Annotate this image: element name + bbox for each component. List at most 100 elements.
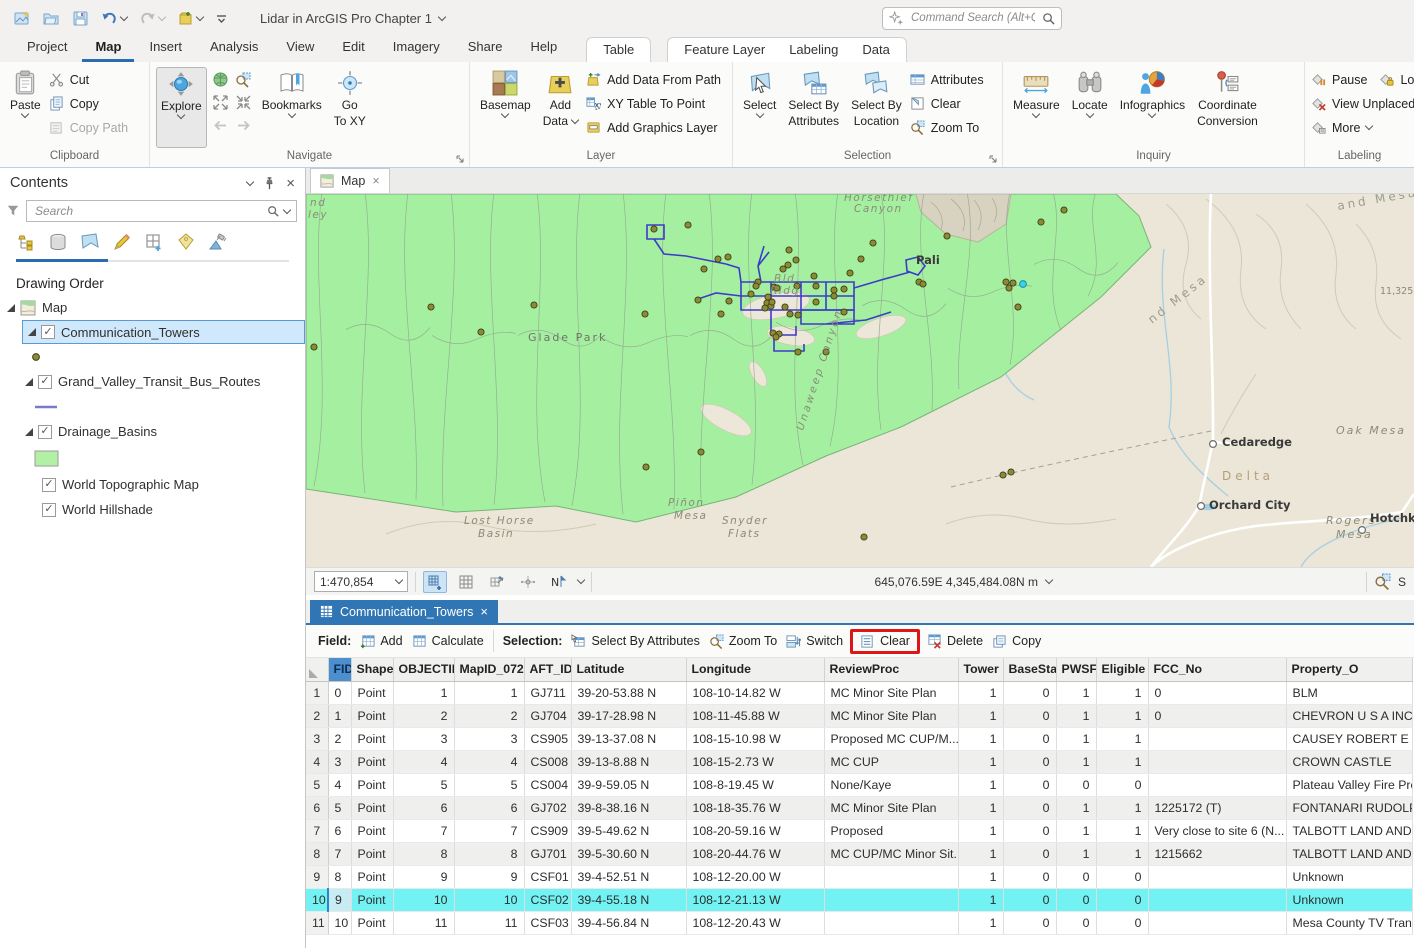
cell-BaseStatio[interactable]: 0 — [1003, 819, 1056, 842]
cell-Tower[interactable]: 1 — [958, 727, 1003, 750]
view-editing-tab[interactable] — [112, 232, 132, 262]
cell-PWSF[interactable]: 1 — [1056, 681, 1096, 704]
cell-BaseStatio[interactable]: 0 — [1003, 796, 1056, 819]
copy-path-button[interactable]: Copy Path — [49, 117, 128, 138]
command-search[interactable] — [882, 7, 1062, 30]
contents-menu-chevron-icon[interactable] — [246, 177, 254, 185]
table-row[interactable]: 76Point77CS90939-5-49.62 N108-20-59.16 W… — [306, 819, 1412, 842]
cell-OBJECTID[interactable]: 8 — [393, 842, 454, 865]
drainage-basins-checkbox[interactable]: ✓ — [38, 425, 52, 439]
tower-point[interactable] — [428, 304, 434, 310]
row-selector[interactable]: 1 — [306, 681, 328, 704]
pin-icon[interactable] — [263, 177, 276, 190]
tower-point[interactable] — [1015, 304, 1021, 310]
cell-Longitude[interactable]: 108-11-45.88 W — [686, 704, 824, 727]
cell-Longitude[interactable]: 108-8-19.45 W — [686, 773, 824, 796]
cell-Latitude[interactable]: 39-9-59.05 N — [571, 773, 686, 796]
cell-FCC_No[interactable]: 1225172 (T) — [1148, 796, 1286, 819]
drainage-basins-expander-icon[interactable] — [25, 428, 33, 436]
cell-PWSF[interactable]: 0 — [1056, 888, 1096, 911]
contents-search-input[interactable] — [33, 203, 262, 219]
copy-button[interactable]: Copy — [49, 93, 128, 114]
tower-point[interactable] — [753, 283, 759, 289]
cell-FID[interactable]: 4 — [328, 773, 351, 796]
cell-Eligible[interactable]: 1 — [1096, 704, 1148, 727]
cell-MapID_0728[interactable]: 4 — [454, 750, 524, 773]
cell-OBJECTID[interactable]: 6 — [393, 796, 454, 819]
cell-FID[interactable]: 6 — [328, 819, 351, 842]
cell-Property_O[interactable]: Unknown — [1286, 888, 1412, 911]
attributes-button[interactable]: Attributes — [910, 69, 984, 90]
cell-PWSF[interactable]: 1 — [1056, 704, 1096, 727]
tower-point[interactable] — [861, 534, 867, 540]
cell-OBJECTID[interactable]: 9 — [393, 865, 454, 888]
tower-point[interactable] — [858, 256, 864, 262]
full-extent-button[interactable] — [211, 69, 231, 89]
cell-Latitude[interactable]: 39-8-38.16 N — [571, 796, 686, 819]
undo-button[interactable] — [97, 7, 131, 30]
cell-FCC_No[interactable]: 0 — [1148, 704, 1286, 727]
switch-selection-button[interactable]: Switch — [786, 634, 843, 649]
cell-Longitude[interactable]: 108-15-10.98 W — [686, 727, 824, 750]
tower-point[interactable] — [748, 291, 754, 297]
cell-BaseStatio[interactable]: 0 — [1003, 911, 1056, 934]
selection-dialog-launcher-icon[interactable] — [988, 154, 998, 164]
view-snapping-tab[interactable] — [144, 232, 164, 262]
cell-PWSF[interactable]: 1 — [1056, 842, 1096, 865]
cell-Property_O[interactable]: BLM — [1286, 681, 1412, 704]
tower-point[interactable] — [1000, 472, 1006, 478]
open-project-button[interactable] — [39, 7, 64, 30]
cell-AFT_ID[interactable]: GJ711 — [524, 681, 571, 704]
tab-analysis[interactable]: Analysis — [197, 35, 271, 62]
cell-Shape[interactable]: Point — [351, 750, 393, 773]
sketch-grid-button[interactable] — [485, 571, 509, 593]
tower-point[interactable] — [311, 344, 317, 350]
tower-point[interactable] — [920, 281, 926, 287]
cell-Tower[interactable]: 1 — [958, 750, 1003, 773]
tower-point[interactable] — [793, 257, 799, 263]
cell-BaseStatio[interactable]: 0 — [1003, 888, 1056, 911]
map-view-tab[interactable]: Map × — [310, 168, 390, 193]
cell-MapID_0728[interactable]: 10 — [454, 888, 524, 911]
cell-Shape[interactable]: Point — [351, 681, 393, 704]
cell-ReviewProc[interactable] — [824, 865, 958, 888]
cell-MapID_0728[interactable]: 8 — [454, 842, 524, 865]
more-labeling-button[interactable]: More — [1311, 117, 1414, 138]
customize-quick-access-button[interactable] — [211, 9, 232, 28]
pause-labeling-button[interactable]: Pause — [1311, 69, 1367, 90]
table-row[interactable]: 65Point66GJ70239-8-38.16 N108-18-35.76 W… — [306, 796, 1412, 819]
tower-point[interactable] — [478, 329, 484, 335]
communication-towers-expander-icon[interactable] — [28, 328, 36, 336]
communication-towers-checkbox[interactable]: ✓ — [41, 325, 55, 339]
cell-Tower[interactable]: 1 — [958, 888, 1003, 911]
cell-OBJECTID[interactable]: 5 — [393, 773, 454, 796]
column-header-FCC_No[interactable]: FCC_No — [1148, 658, 1286, 681]
table-tab-communication-towers[interactable]: Communication_Towers × — [310, 600, 498, 623]
table-select-by-attributes-button[interactable]: Select By Attributes — [571, 634, 699, 649]
column-header-AFT_ID[interactable]: AFT_ID — [524, 658, 571, 681]
cell-ReviewProc[interactable]: MC CUP/MC Minor Sit... — [824, 842, 958, 865]
view-drawing-order-tab[interactable] — [16, 232, 36, 262]
row-selector[interactable]: 8 — [306, 842, 328, 865]
basemap-button[interactable]: Basemap — [476, 67, 535, 148]
column-header-ReviewProc[interactable]: ReviewProc — [824, 658, 958, 681]
tower-point[interactable] — [1006, 285, 1012, 291]
status-zoom-selection-icon[interactable] — [1374, 573, 1391, 590]
cell-Longitude[interactable]: 108-15-2.73 W — [686, 750, 824, 773]
locate-button[interactable]: Locate — [1068, 67, 1112, 148]
attribute-table[interactable]: FIDShapeOBJECTIDMapID_0728AFT_IDLatitude… — [306, 658, 1414, 948]
close-map-tab-icon[interactable]: × — [372, 174, 379, 188]
cell-Property_O[interactable]: Unknown — [1286, 865, 1412, 888]
bus-routes-expander-icon[interactable] — [25, 378, 33, 386]
cell-Tower[interactable]: 1 — [958, 865, 1003, 888]
cell-PWSF[interactable]: 0 — [1056, 773, 1096, 796]
fixed-zoom-in-button[interactable] — [211, 92, 231, 112]
tower-point[interactable] — [813, 299, 819, 305]
table-row[interactable]: 54Point55CS00439-9-59.05 N108-8-19.45 WN… — [306, 773, 1412, 796]
row-selector[interactable]: 2 — [306, 704, 328, 727]
selection-grid-button[interactable] — [423, 571, 447, 593]
tab-insert[interactable]: Insert — [136, 35, 195, 62]
select-button[interactable]: Select — [739, 67, 780, 148]
cell-AFT_ID[interactable]: CSF01 — [524, 865, 571, 888]
cell-Shape[interactable]: Point — [351, 796, 393, 819]
